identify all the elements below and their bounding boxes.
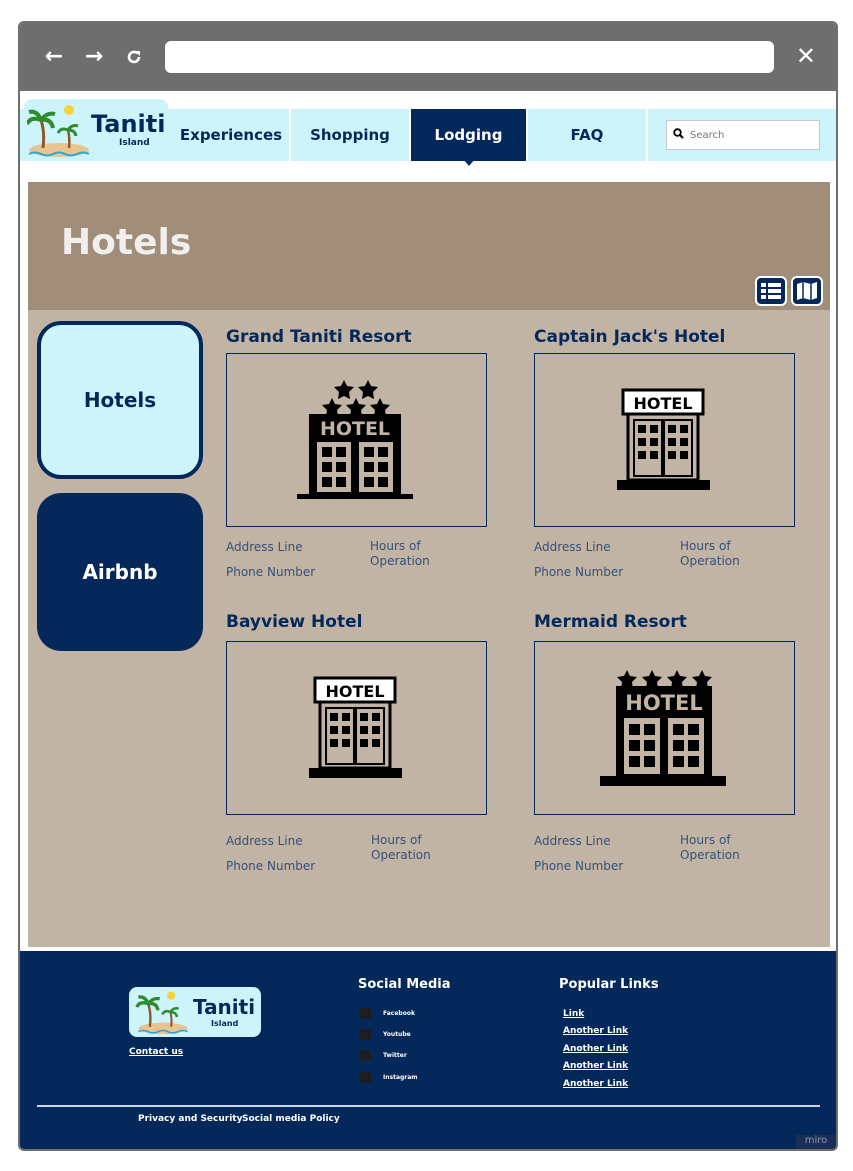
hotel-phone: Phone Number <box>534 859 624 873</box>
hotel-address: Address Line <box>226 540 303 554</box>
tab-experiences[interactable]: Experiences <box>173 109 291 161</box>
footer-divider <box>37 1105 820 1107</box>
hotel-title[interactable]: Grand Taniti Resort <box>226 327 412 347</box>
social-media-heading: Social Media <box>358 977 451 992</box>
hotel-title[interactable]: Mermaid Resort <box>534 612 687 632</box>
twitter-icon <box>360 1050 371 1061</box>
tab-lodging[interactable]: Lodging <box>411 109 528 161</box>
list-view-icon <box>761 283 781 299</box>
search-box[interactable] <box>666 120 820 150</box>
svg-text:HOTEL: HOTEL <box>319 418 389 440</box>
hotel-icon: HOTEL <box>599 670 726 786</box>
footer-logo[interactable]: Taniti Island <box>129 987 261 1037</box>
main-content: Hotels Hotels Airbnb Grand Taniti Resort <box>28 182 830 947</box>
contact-us-link[interactable]: Contact us <box>129 1047 183 1057</box>
logo-name: Taniti <box>91 110 166 138</box>
site-footer: Taniti Island Contact us Social Media Fa… <box>20 951 836 1149</box>
popular-link[interactable]: Another Link <box>563 1044 628 1054</box>
hotel-phone: Phone Number <box>534 565 624 579</box>
hero-banner: Hotels <box>28 182 830 310</box>
instagram-link[interactable]: Instagram <box>360 1072 418 1083</box>
youtube-link[interactable]: Youtube <box>360 1029 411 1040</box>
youtube-icon <box>360 1029 371 1040</box>
facebook-link[interactable]: Facebook <box>360 1008 415 1019</box>
search-input[interactable] <box>690 129 810 141</box>
hotel-image[interactable]: HOTEL <box>226 641 487 815</box>
hotel-hours: Hours of Operation <box>371 833 431 862</box>
svg-text:HOTEL: HOTEL <box>633 394 692 413</box>
hotel-icon: HOTEL <box>308 676 402 778</box>
popular-links-heading: Popular Links <box>559 977 659 992</box>
hotel-image[interactable]: HOTEL <box>534 641 795 815</box>
hotel-address: Address Line <box>226 834 303 848</box>
logo-subtitle: Island <box>119 138 150 148</box>
hotel-title[interactable]: Captain Jack's Hotel <box>534 327 725 347</box>
miro-watermark: miro <box>796 1135 836 1149</box>
hotel-address: Address Line <box>534 540 611 554</box>
footer-logo-subtitle: Island <box>211 1019 239 1028</box>
svg-text:HOTEL: HOTEL <box>325 682 384 701</box>
sidebar-item-hotels[interactable]: Hotels <box>37 321 203 479</box>
active-tab-indicator <box>463 159 475 166</box>
sidebar-item-airbnb[interactable]: Airbnb <box>37 493 203 651</box>
list-view-button[interactable] <box>755 276 787 306</box>
map-view-icon <box>797 282 817 300</box>
hotel-hours: Hours of Operation <box>680 539 740 568</box>
popular-link[interactable]: Another Link <box>563 1061 628 1071</box>
map-view-button[interactable] <box>791 276 823 306</box>
tab-shopping[interactable]: Shopping <box>291 109 411 161</box>
popular-link[interactable]: Another Link <box>563 1079 628 1089</box>
privacy-link[interactable]: Privacy and Security <box>138 1114 242 1124</box>
svg-text:HOTEL: HOTEL <box>625 691 702 715</box>
hotel-title[interactable]: Bayview Hotel <box>226 612 362 632</box>
palm-island-icon <box>135 991 189 1035</box>
forward-arrow-icon[interactable]: → <box>80 43 108 71</box>
facebook-icon <box>360 1008 371 1019</box>
site-logo[interactable]: Taniti Island <box>24 99 168 159</box>
browser-window: ← → ✕ Taniti Island Experiences Shopping… <box>18 21 838 1151</box>
hotel-image[interactable]: HOTEL <box>534 353 795 527</box>
back-arrow-icon[interactable]: ← <box>40 43 68 71</box>
hotel-hours: Hours of Operation <box>370 539 430 568</box>
hotel-image[interactable]: HOTEL <box>226 353 487 527</box>
search-icon <box>673 128 684 142</box>
popular-link[interactable]: Another Link <box>563 1026 628 1036</box>
tab-faq[interactable]: FAQ <box>528 109 648 161</box>
instagram-icon <box>360 1072 371 1083</box>
hotel-icon: HOTEL <box>616 388 710 490</box>
twitter-link[interactable]: Twitter <box>360 1050 407 1061</box>
hotel-icon: HOTEL <box>296 380 413 499</box>
palm-island-icon <box>27 105 90 157</box>
hotel-phone: Phone Number <box>226 565 316 579</box>
social-policy-link[interactable]: Social media Policy <box>242 1114 340 1124</box>
popular-link[interactable]: Link <box>563 1009 584 1019</box>
hotel-address: Address Line <box>534 834 611 848</box>
footer-logo-name: Taniti <box>193 995 256 1019</box>
page-title: Hotels <box>61 222 192 263</box>
hotel-phone: Phone Number <box>226 859 316 873</box>
close-icon[interactable]: ✕ <box>796 42 816 70</box>
reload-icon[interactable] <box>120 43 148 71</box>
hotel-hours: Hours of Operation <box>680 833 740 862</box>
browser-toolbar: ← → ✕ <box>20 23 836 91</box>
address-bar[interactable] <box>165 41 774 73</box>
